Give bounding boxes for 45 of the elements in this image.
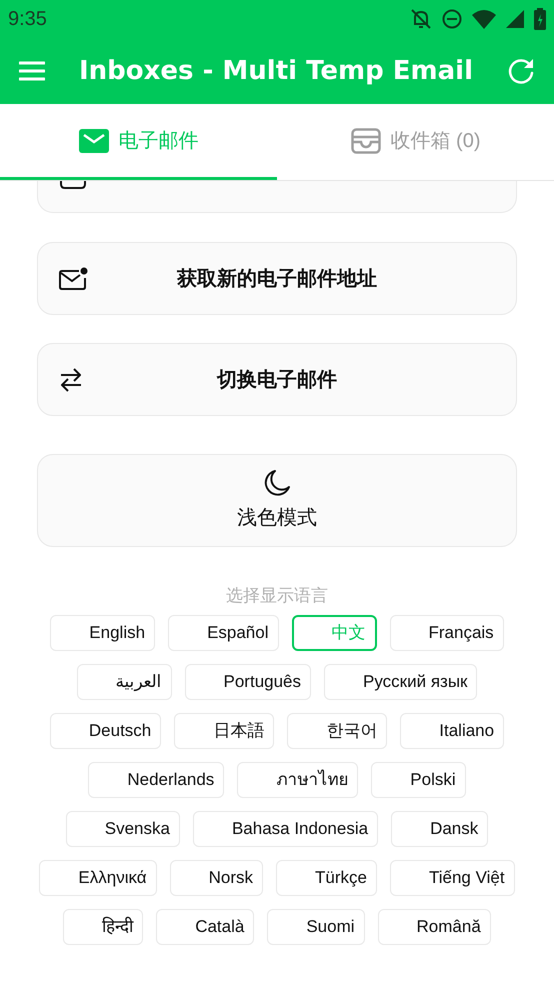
battery-icon — [534, 8, 546, 30]
language-chip[interactable]: Italiano — [400, 712, 504, 748]
language-chip[interactable]: Română — [378, 908, 491, 944]
mail-icon — [59, 266, 89, 290]
action-button[interactable]: 切换电子邮件 — [37, 343, 517, 416]
clock-time: 9:35 — [8, 7, 47, 32]
refresh-icon — [506, 57, 535, 85]
language-chip[interactable]: ภาษาไทย — [237, 762, 358, 798]
language-chip[interactable]: Dansk — [391, 810, 488, 846]
refresh-button[interactable] — [506, 57, 535, 85]
language-chip[interactable]: हिन्दी — [63, 908, 144, 944]
language-chip[interactable]: Polski — [371, 762, 466, 798]
bell-off-icon — [410, 8, 432, 30]
language-chip[interactable]: English — [50, 614, 156, 650]
language-chip[interactable]: Français — [390, 614, 504, 650]
language-chip[interactable]: Türkçe — [276, 860, 377, 896]
signal-icon — [506, 10, 524, 28]
action-button[interactable]: 获取新的电子邮件地址 — [37, 242, 517, 315]
language-chip[interactable]: Norsk — [170, 860, 264, 896]
language-chip[interactable]: Ελληνικά — [39, 860, 157, 896]
mail-icon — [78, 128, 108, 152]
language-chip[interactable]: 한국어 — [287, 712, 388, 748]
language-chip[interactable]: Español — [168, 614, 278, 650]
language-chip[interactable]: Русский язык — [324, 664, 478, 700]
language-chip[interactable]: Nederlands — [88, 762, 224, 798]
language-chip[interactable]: العربية — [76, 664, 172, 700]
do-not-disturb-icon — [442, 9, 462, 29]
language-chip[interactable]: Português — [184, 664, 312, 700]
swap-arrows-icon — [59, 366, 83, 392]
menu-button[interactable] — [19, 61, 45, 81]
language-chip[interactable]: Català — [156, 908, 254, 944]
language-chip[interactable]: Tiếng Việt — [390, 860, 515, 896]
wifi-icon — [472, 9, 496, 29]
action-button[interactable] — [37, 181, 517, 213]
language-chip[interactable]: Svenska — [66, 810, 180, 846]
language-chip[interactable]: Suomi — [267, 908, 365, 944]
language-chip[interactable]: Bahasa Indonesia — [192, 810, 378, 846]
language-chip[interactable]: Deutsch — [50, 712, 162, 748]
action-button[interactable]: 浅色模式 — [37, 454, 517, 547]
app-title: Inboxes - Multi Temp Email — [78, 54, 473, 88]
menu-icon — [19, 61, 45, 81]
inbox-tray-icon — [350, 128, 380, 154]
moon-icon — [263, 468, 291, 496]
section-title: 选择显示语言 — [226, 585, 328, 607]
language-chip[interactable]: 日本語 — [174, 712, 274, 748]
